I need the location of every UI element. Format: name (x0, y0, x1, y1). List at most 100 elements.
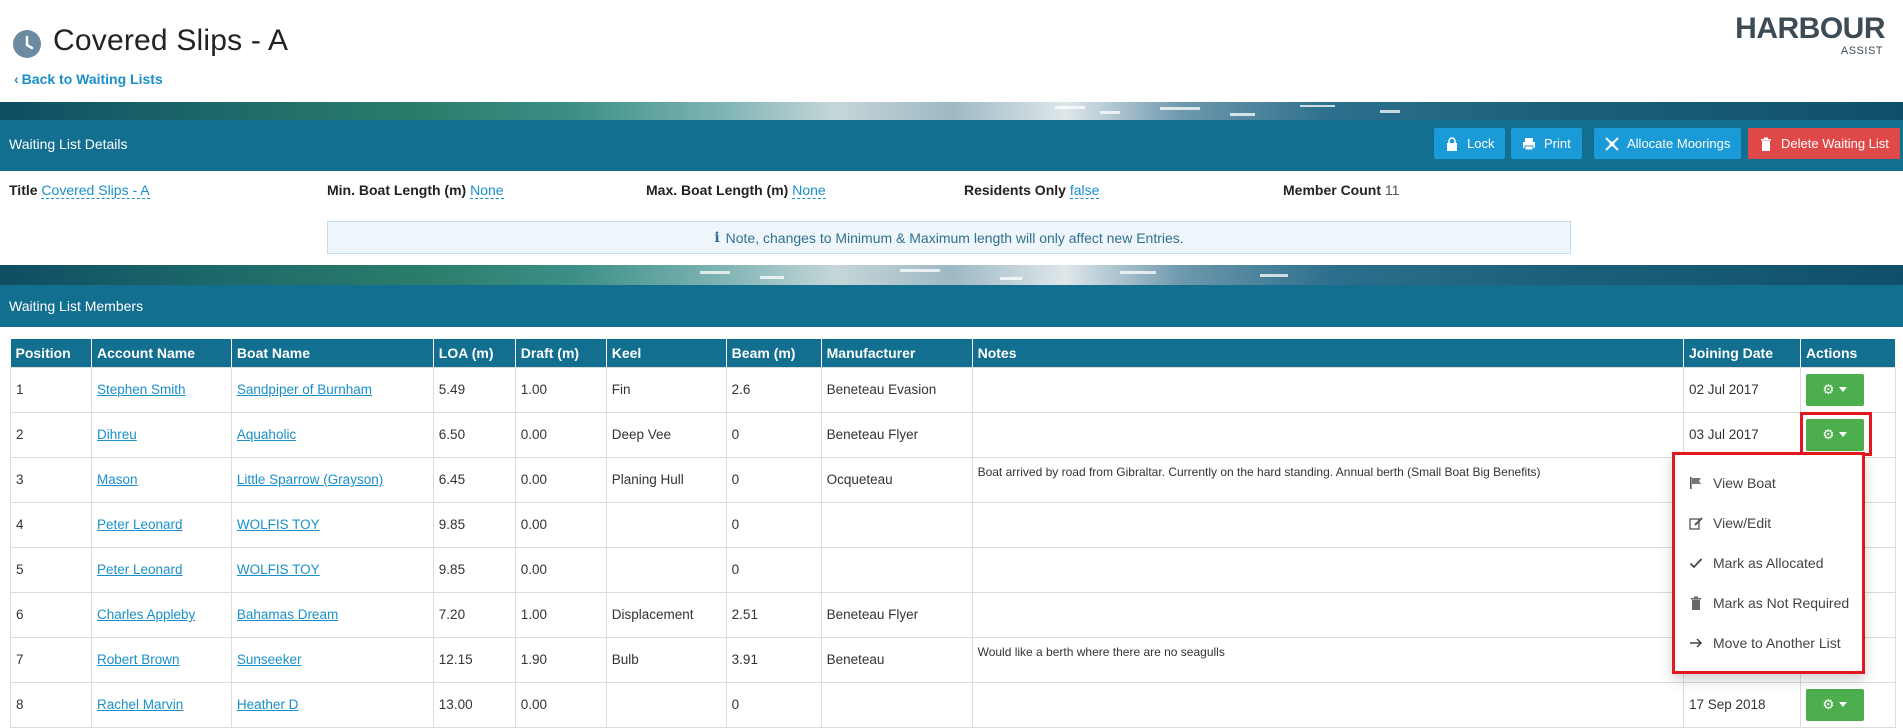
logo-word: HARBOUR (1735, 12, 1885, 45)
clock-icon (13, 30, 41, 58)
boat-link[interactable]: Aquaholic (237, 427, 296, 442)
cell-position: 5 (10, 546, 92, 593)
cell-boat: Little Sparrow (Grayson) (230, 456, 434, 503)
cell-position: 1 (10, 366, 92, 413)
boat-link[interactable]: Bahamas Dream (237, 607, 338, 622)
min-length-value[interactable]: None (470, 182, 504, 199)
cell-position: 7 (10, 636, 92, 683)
account-link[interactable]: Stephen Smith (97, 382, 186, 397)
back-link-label: Back to Waiting Lists (21, 71, 163, 87)
col-boat-name[interactable]: Boat Name (231, 339, 434, 367)
member-count-field: Member Count 11 (1283, 182, 1399, 198)
max-boat-length-field: Max. Boat Length (m) None (646, 182, 826, 199)
caret-down-icon (1839, 387, 1848, 392)
boat-link[interactable]: Sunseeker (237, 652, 302, 667)
cell-draft: 0.00 (514, 456, 607, 503)
trash-icon (1759, 137, 1773, 151)
account-link[interactable]: Robert Brown (97, 652, 180, 667)
cell-manufacturer: Ocqueteau (820, 456, 973, 503)
edit-icon (1689, 516, 1703, 530)
cell-boat: WOLFIS TOY (230, 546, 434, 593)
menu-item-label: View Boat (1713, 475, 1776, 491)
member-count-label: Member Count (1283, 182, 1381, 198)
menu-item-mark-as-allocated[interactable]: Mark as Allocated (1689, 551, 1824, 575)
delete-waiting-list-button[interactable]: Delete Waiting List (1748, 128, 1900, 159)
col-position[interactable]: Position (10, 339, 92, 367)
info-icon: i (714, 229, 720, 246)
account-link[interactable]: Dihreu (97, 427, 137, 442)
cell-boat: Sandpiper of Burnham (230, 366, 434, 413)
col-loa[interactable]: LOA (m) (433, 339, 516, 367)
menu-item-mark-as-not-required[interactable]: Mark as Not Required (1689, 591, 1849, 615)
cell-account: Charles Appleby (90, 591, 232, 638)
menu-item-view-boat[interactable]: View Boat (1689, 471, 1776, 495)
waiting-list-details-bar: Waiting List Details Lock Print Allocate… (0, 120, 1903, 171)
cell-position: 3 (10, 456, 92, 503)
cell-keel: Bulb (605, 636, 727, 683)
table-header-row: Position Account Name Boat Name LOA (m) … (10, 339, 1897, 367)
col-manufacturer[interactable]: Manufacturer (821, 339, 973, 367)
print-icon (1522, 137, 1536, 151)
cell-manufacturer (820, 546, 973, 593)
harbour-photo-banner (0, 102, 1903, 120)
cell-draft: 1.00 (514, 591, 607, 638)
cell-account: Mason (90, 456, 232, 503)
allocate-moorings-button[interactable]: Allocate Moorings (1594, 128, 1742, 159)
cell-beam: 0 (725, 501, 822, 548)
logo-sub: ASSIST (1840, 45, 1883, 57)
table-row: 4 Peter Leonard WOLFIS TOY 9.85 0.00 0 (10, 501, 1897, 548)
col-draft[interactable]: Draft (m) (515, 339, 607, 367)
boat-link[interactable]: Sandpiper of Burnham (237, 382, 372, 397)
menu-item-view-edit[interactable]: View/Edit (1689, 511, 1771, 535)
boat-link[interactable]: WOLFIS TOY (237, 562, 320, 577)
cell-boat: Sunseeker (230, 636, 434, 683)
details-section-title: Waiting List Details (9, 136, 128, 152)
cell-notes (971, 591, 1685, 638)
print-button[interactable]: Print (1511, 128, 1582, 159)
account-link[interactable]: Mason (97, 472, 138, 487)
table-row: 1 Stephen Smith Sandpiper of Burnham 5.4… (10, 366, 1897, 413)
table-row: 7 Robert Brown Sunseeker 12.15 1.90 Bulb… (10, 636, 1897, 683)
cell-notes (971, 411, 1685, 458)
col-beam[interactable]: Beam (m) (726, 339, 822, 367)
title-value[interactable]: Covered Slips - A (41, 182, 150, 199)
lock-button[interactable]: Lock (1434, 128, 1506, 159)
boat-link[interactable]: WOLFIS TOY (237, 517, 320, 532)
cell-account: Peter Leonard (90, 546, 232, 593)
cell-account: Dihreu (90, 411, 232, 458)
back-to-waiting-lists-link[interactable]: ‹ Back to Waiting Lists (14, 71, 163, 87)
cell-notes: Would like a berth where there are no se… (971, 636, 1685, 683)
cell-notes: Boat arrived by road from Gibraltar. Cur… (971, 456, 1685, 503)
col-account-name[interactable]: Account Name (91, 339, 232, 367)
cell-loa: 6.45 (432, 456, 516, 503)
account-link[interactable]: Peter Leonard (97, 562, 183, 577)
length-change-note: i Note, changes to Minimum & Maximum len… (327, 221, 1571, 254)
min-boat-length-field: Min. Boat Length (m) None (327, 182, 504, 199)
cell-keel: Deep Vee (605, 411, 727, 458)
cell-notes (971, 366, 1685, 413)
trash-icon (1689, 596, 1703, 610)
cell-manufacturer: Beneteau Flyer (820, 411, 973, 458)
boat-link[interactable]: Little Sparrow (Grayson) (237, 472, 383, 487)
cell-keel: Fin (605, 366, 727, 413)
cell-draft: 1.00 (514, 366, 607, 413)
menu-item-move-to-another-list[interactable]: Move to Another List (1689, 631, 1841, 655)
cell-actions: ⚙ (1799, 366, 1897, 413)
min-length-label: Min. Boat Length (m) (327, 182, 467, 198)
cell-loa: 12.15 (432, 636, 516, 683)
col-notes[interactable]: Notes (972, 339, 1685, 367)
cell-draft: 0.00 (514, 411, 607, 458)
col-keel[interactable]: Keel (606, 339, 727, 367)
col-joining-date[interactable]: Joining Date (1683, 339, 1801, 367)
page-header: Covered Slips - A ‹ Back to Waiting Lists… (0, 0, 1903, 102)
account-link[interactable]: Peter Leonard (97, 517, 183, 532)
harbour-photo-banner-2 (0, 265, 1903, 285)
menu-item-label: Move to Another List (1713, 635, 1841, 651)
max-length-value[interactable]: None (792, 182, 826, 199)
max-length-label: Max. Boat Length (m) (646, 182, 789, 198)
page-title: Covered Slips - A (53, 24, 289, 57)
account-link[interactable]: Charles Appleby (97, 607, 195, 622)
row-actions-button[interactable]: ⚙ (1805, 373, 1864, 406)
residents-value[interactable]: false (1069, 182, 1100, 199)
lock-label: Lock (1467, 136, 1495, 151)
